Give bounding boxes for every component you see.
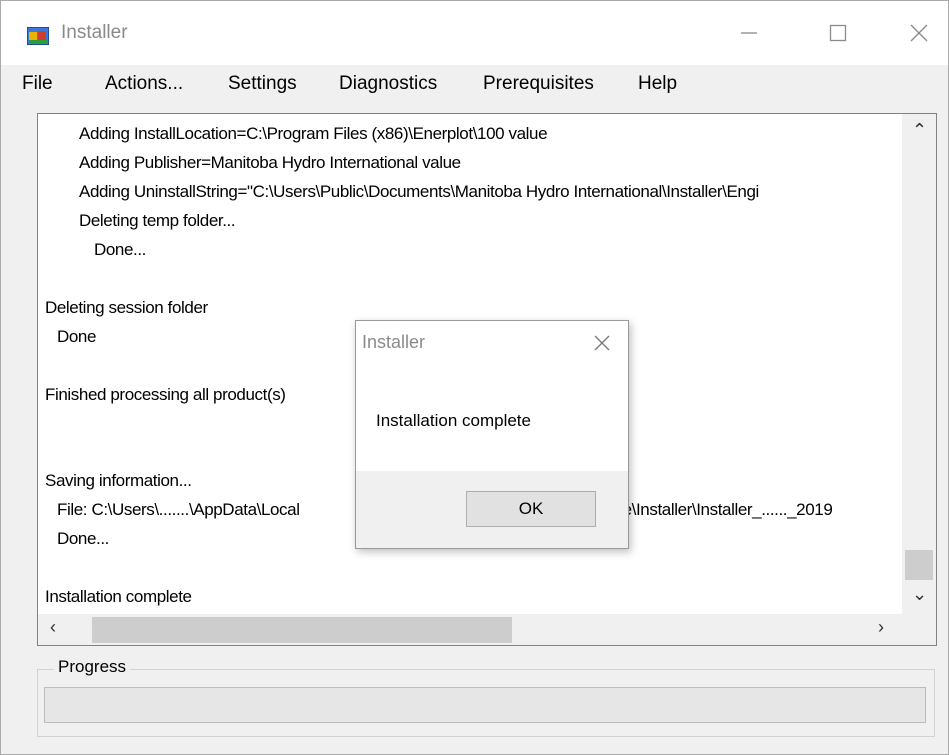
log-line: Finished processing all product(s) (45, 385, 286, 404)
log-line: Adding InstallLocation=C:\Program Files … (79, 124, 548, 143)
maximize-icon (829, 24, 847, 42)
log-line: Adding Publisher=Manitoba Hydro Internat… (79, 153, 461, 172)
menu-file[interactable]: File (22, 73, 53, 95)
log-line: tre\Installer\Installer_......_2019 (613, 500, 833, 519)
log-line: Deleting temp folder... (79, 211, 236, 230)
scroll-left-icon[interactable]: ‹ (50, 617, 56, 638)
minimize-button[interactable] (726, 15, 772, 51)
log-line: Done... (94, 240, 147, 259)
menu-diagnostics[interactable]: Diagnostics (339, 73, 437, 95)
close-button[interactable] (896, 15, 942, 51)
log-line: Installation complete (45, 587, 192, 606)
scroll-right-icon[interactable]: › (878, 617, 884, 638)
minimize-icon (741, 32, 757, 34)
horizontal-scroll-thumb[interactable] (92, 617, 512, 643)
title-bar[interactable]: Installer (1, 1, 948, 65)
vertical-scroll-thumb[interactable] (905, 550, 933, 580)
scroll-down-icon[interactable]: ⌄ (912, 584, 927, 605)
menu-help[interactable]: Help (638, 73, 677, 95)
progress-label: Progress (54, 657, 131, 677)
menu-bar: File Actions... Settings Diagnostics Pre… (1, 65, 948, 105)
scrollbar-corner (902, 614, 936, 645)
log-line: Saving information... (45, 471, 192, 490)
menu-actions[interactable]: Actions... (105, 73, 183, 95)
progress-bar (44, 687, 926, 723)
close-icon (594, 335, 610, 351)
log-line: Deleting session folder (45, 298, 208, 317)
menu-prerequisites[interactable]: Prerequisites (483, 73, 594, 95)
maximize-button[interactable] (815, 15, 861, 51)
installer-app-icon (27, 27, 49, 45)
dialog-footer: OK (356, 471, 628, 548)
menu-settings[interactable]: Settings (228, 73, 297, 95)
close-icon (910, 24, 928, 42)
progress-group: Progress (37, 657, 935, 737)
ok-button[interactable]: OK (466, 491, 596, 527)
window-title: Installer (61, 22, 128, 43)
dialog-close-button[interactable] (584, 326, 620, 360)
horizontal-scrollbar[interactable]: ‹ › (38, 614, 902, 645)
scroll-up-icon[interactable]: ⌃ (912, 120, 927, 141)
dialog-title: Installer (362, 332, 426, 352)
installation-complete-dialog: Installer Installation complete OK (355, 320, 629, 549)
log-line: Done... (57, 529, 110, 548)
dialog-message: Installation complete (376, 411, 531, 430)
log-line: Done (57, 327, 97, 346)
log-line: File: C:\Users\.......\AppData\Local (57, 500, 300, 519)
log-line: Adding UninstallString="C:\Users\Public\… (79, 182, 759, 201)
vertical-scrollbar[interactable]: ⌃ ⌄ (902, 114, 936, 614)
